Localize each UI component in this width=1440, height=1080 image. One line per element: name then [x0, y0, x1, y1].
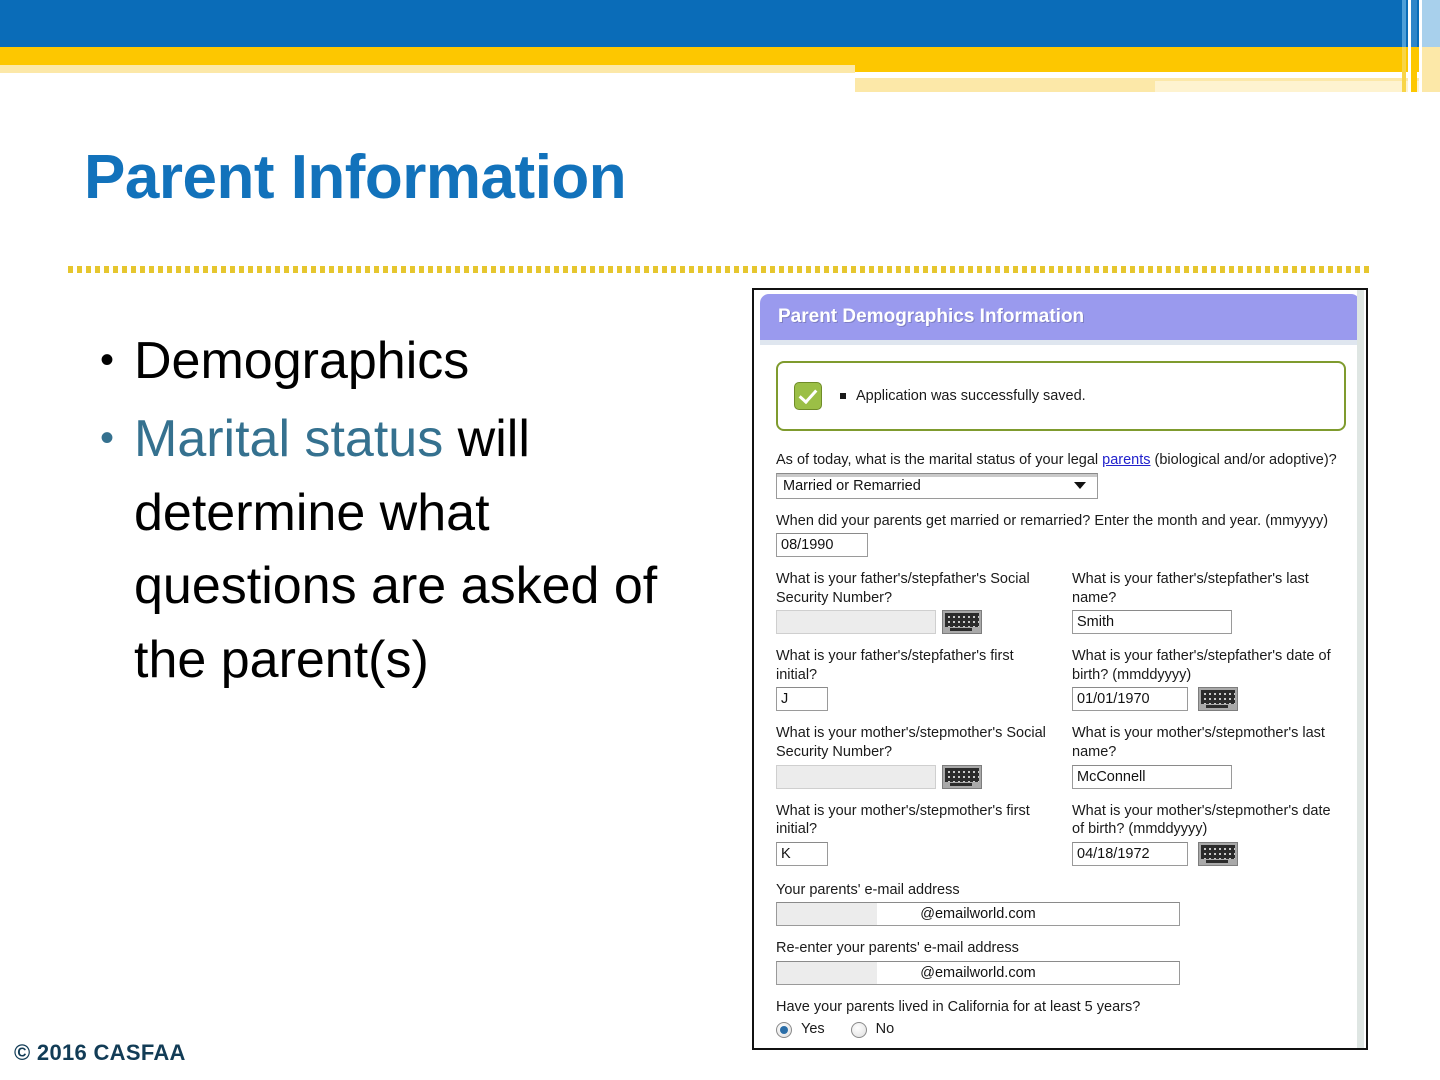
father-initial-question: What is your father's/stepfather's first… [776, 648, 1014, 683]
mother-ssn-question: What is your mother's/stepmother's Socia… [776, 725, 1046, 760]
marital-status-question: As of today, what is the marital status … [776, 451, 1346, 470]
banner-blue-band [0, 0, 1440, 47]
mother-ssn-input[interactable] [776, 764, 936, 789]
mother-lastname-input[interactable] [1072, 764, 1232, 789]
mother-dob-field: What is your mother's/stepmother's date … [1072, 802, 1344, 866]
title-divider [68, 266, 1373, 273]
father-ssn-question: What is your father's/stepfather's Socia… [776, 571, 1030, 606]
married-date-question: When did your parents get married or rem… [776, 512, 1329, 529]
marital-status-select[interactable]: Married or Remarried [776, 472, 1098, 499]
parents-email-field: Your parents' e-mail address [776, 881, 1346, 927]
marital-status-field: As of today, what is the marital status … [776, 451, 1346, 499]
banner-vstripe-foot [1402, 92, 1440, 110]
keyboard-icon[interactable] [942, 610, 982, 635]
banner-stripe-c [1155, 81, 1440, 92]
california-residency-radio-group: Yes No [776, 1020, 1346, 1039]
question-text-part1: As of today, what is the marital status … [776, 452, 1103, 468]
panel-body: Application was successfully saved. As o… [754, 345, 1366, 1039]
father-row-2: What is your father's/stepfather's first… [776, 647, 1346, 712]
parents-email-confirm-label: Re-enter your parents' e-mail address [776, 940, 1019, 957]
check-icon [794, 382, 822, 410]
father-dob-input[interactable] [1072, 687, 1188, 712]
keyboard-icon[interactable] [1198, 687, 1239, 712]
mother-dob-question: What is your mother's/stepmother's date … [1072, 802, 1331, 838]
success-alert: Application was successfully saved. [776, 361, 1346, 431]
mother-initial-input[interactable] [776, 841, 828, 866]
bullet-list: • Demographics • Marital status will det… [100, 325, 720, 698]
married-date-field: When did your parents get married or rem… [776, 512, 1346, 558]
bullet-body: Demographics [134, 332, 470, 390]
slide-banner [0, 0, 1440, 110]
copyright-footer: © 2016 CASFAA [14, 1040, 186, 1065]
parents-email-label: Your parents' e-mail address [776, 881, 960, 898]
father-lastname-input[interactable] [1072, 610, 1232, 635]
panel-title: Parent Demographics Information [778, 306, 1085, 327]
radio-no[interactable] [850, 1021, 867, 1038]
mother-dob-input[interactable] [1072, 841, 1188, 866]
radio-yes[interactable] [776, 1021, 792, 1038]
mother-lastname-field: What is your mother's/stepmother's last … [1072, 724, 1344, 789]
father-ssn-field: What is your father's/stepfather's Socia… [776, 570, 1048, 635]
parent-demographics-screenshot: Parent Demographics Information Applicat… [752, 288, 1368, 1050]
father-lastname-question: What is your father's/stepfather's last … [1072, 571, 1309, 606]
banner-stripe-b [855, 81, 1155, 92]
mother-ssn-field: What is your mother's/stepmother's Socia… [776, 724, 1048, 789]
page-title: Parent Information [84, 143, 627, 212]
married-date-input[interactable] [776, 533, 868, 558]
california-residency-question: Have your parents lived in California fo… [776, 998, 1141, 1015]
bullet-text: Demographics [134, 325, 720, 399]
california-residency-field: Have your parents lived in California fo… [776, 998, 1346, 1039]
father-initial-input[interactable] [776, 687, 828, 712]
bullet-text: Marital status will determine what quest… [134, 403, 720, 698]
father-ssn-slot [776, 610, 1048, 635]
parents-email-wrap [776, 902, 1180, 927]
question-text-part2: (biological and/or adoptive)? [1150, 452, 1337, 468]
panel-header: Parent Demographics Information [760, 294, 1360, 340]
mother-row-1: What is your mother's/stepmother's Socia… [776, 724, 1346, 789]
bullet-marker-icon: • [100, 338, 115, 382]
parents-email-confirm-input[interactable] [776, 960, 1180, 985]
father-dob-question: What is your father's/stepfather's date … [1072, 648, 1331, 683]
parents-email-confirm-field: Re-enter your parents' e-mail address [776, 939, 1346, 985]
father-dob-field: What is your father's/stepfather's date … [1072, 647, 1344, 712]
parents-email-confirm-wrap [776, 960, 1180, 985]
parents-definition-link[interactable]: parents [1102, 452, 1150, 468]
mother-initial-field: What is your mother's/stepmother's first… [776, 802, 1048, 866]
radio-yes-label: Yes [801, 1021, 825, 1038]
bullet-marker-icon: • [100, 415, 115, 460]
list-item: • Demographics [100, 325, 720, 399]
mother-ssn-slot [776, 764, 1048, 789]
father-initial-field: What is your father's/stepfather's first… [776, 647, 1048, 712]
vertical-scrollbar[interactable] [1357, 290, 1364, 1048]
bullet-square-icon [840, 393, 846, 399]
banner-gold-step [855, 47, 1440, 72]
marital-status-select-wrap: Married or Remarried [776, 472, 1098, 499]
father-lastname-field: What is your father's/stepfather's last … [1072, 570, 1344, 635]
mother-initial-question: What is your mother's/stepmother's first… [776, 802, 1030, 838]
bullet-highlight: Marital status [134, 409, 444, 468]
mother-lastname-question: What is your mother's/stepmother's last … [1072, 725, 1325, 760]
father-row-1: What is your father's/stepfather's Socia… [776, 570, 1346, 635]
keyboard-icon[interactable] [1198, 841, 1239, 866]
keyboard-icon[interactable] [942, 764, 982, 789]
radio-no-label: No [875, 1021, 895, 1038]
parents-email-input[interactable] [776, 902, 1180, 927]
mother-row-2: What is your mother's/stepmother's first… [776, 802, 1346, 866]
alert-message: Application was successfully saved. [856, 387, 1086, 404]
father-ssn-input[interactable] [776, 610, 936, 635]
list-item: • Marital status will determine what que… [100, 403, 720, 698]
